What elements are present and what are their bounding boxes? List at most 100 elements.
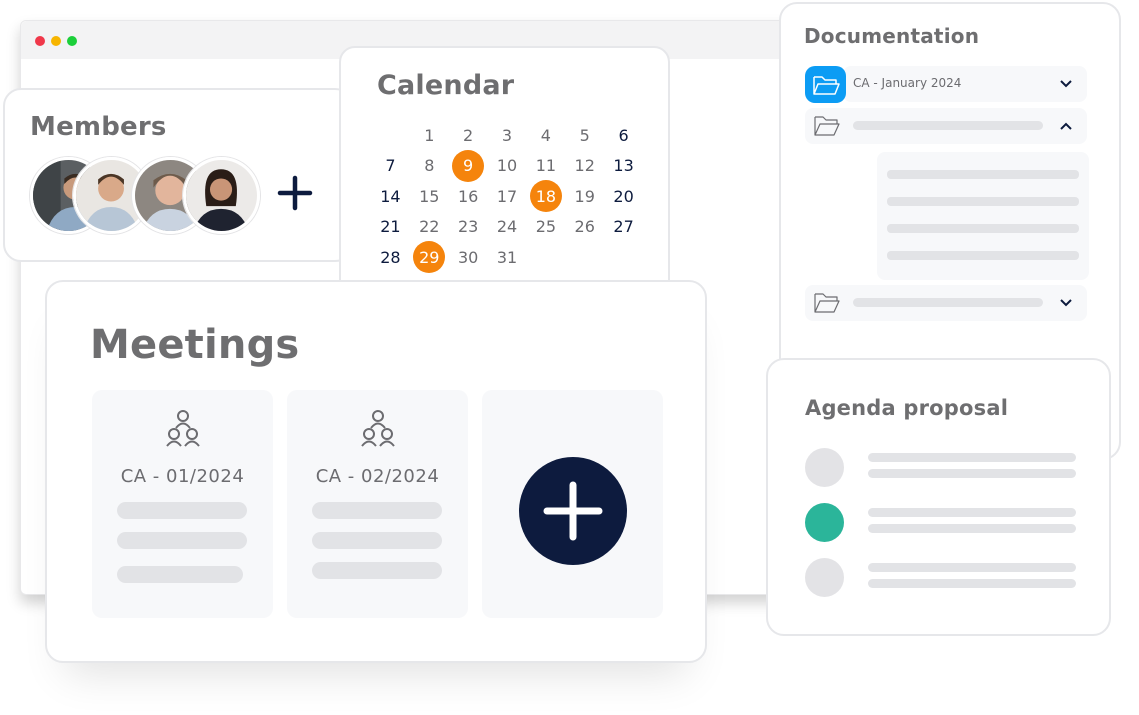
calendar-day[interactable]: 9	[449, 149, 488, 182]
add-member-button[interactable]	[275, 173, 315, 213]
calendar-day[interactable]: 15	[410, 181, 449, 211]
calendar-day[interactable]: 31	[488, 242, 527, 272]
meeting-card[interactable]: CA - 02/2024	[287, 390, 468, 618]
calendar-day[interactable]: 25	[526, 212, 565, 242]
agenda-status-indicator[interactable]	[805, 503, 844, 542]
calendar-day[interactable]: 27	[604, 212, 643, 242]
calendar-title: Calendar	[377, 70, 515, 101]
doc-subitem[interactable]	[887, 197, 1079, 206]
window-close-button[interactable]	[35, 36, 45, 46]
calendar-week: 28 29 30 31	[371, 241, 643, 273]
calendar-day-number: 30	[457, 247, 479, 267]
plus-icon	[543, 481, 603, 541]
calendar-day-number: 9	[463, 156, 474, 175]
add-meeting-button[interactable]	[519, 457, 627, 565]
calendar-day-number: 1	[424, 125, 435, 145]
calendar-day-number: 17	[496, 186, 518, 206]
calendar-day-number: 2	[463, 125, 474, 145]
calendar-day[interactable]: 11	[526, 151, 565, 181]
agenda-status-indicator[interactable]	[805, 558, 844, 597]
calendar-day-number: 27	[613, 217, 634, 236]
calendar-day[interactable]: 16	[449, 181, 488, 211]
window-minimize-button[interactable]	[51, 36, 61, 46]
calendar-day[interactable]: 8	[410, 151, 449, 181]
calendar-day[interactable]: 1	[410, 120, 449, 150]
people-group-icon	[166, 410, 200, 447]
calendar-day[interactable]: 3	[488, 120, 527, 150]
calendar-day[interactable]: 13	[604, 151, 643, 181]
agenda-item-placeholder	[868, 508, 1076, 517]
calendar-day[interactable]: 6	[604, 120, 643, 150]
doc-subitem[interactable]	[887, 251, 1079, 260]
meeting-label: CA - 02/2024	[315, 466, 440, 487]
calendar-day-number: 10	[496, 156, 518, 175]
calendar-day[interactable]: 5	[565, 120, 604, 150]
calendar-day-number: 6	[618, 125, 629, 145]
agenda-item-placeholder	[868, 453, 1076, 462]
calendar-day[interactable]: 28	[371, 242, 410, 272]
doc-folder-item[interactable]	[805, 108, 1087, 144]
calendar-day[interactable]: 4	[526, 120, 565, 150]
calendar-day[interactable]: 18	[526, 180, 565, 212]
calendar-day-number: 20	[613, 186, 634, 206]
calendar-day[interactable]: 7	[371, 151, 410, 181]
calendar-day[interactable]: 10	[488, 151, 527, 181]
folder-icon	[814, 116, 840, 136]
calendar-day-number: 5	[579, 125, 590, 145]
calendar-day-number: 11	[535, 156, 557, 175]
doc-folder-item[interactable]: CA - January 2024	[843, 66, 1087, 102]
calendar-day[interactable]: 17	[488, 181, 527, 211]
doc-subitems	[877, 152, 1089, 280]
members-panel: Members	[3, 88, 353, 262]
calendar-day[interactable]: 2	[449, 120, 488, 150]
chevron-up-icon[interactable]	[1059, 120, 1073, 132]
calendar-day-number: 23	[457, 217, 479, 236]
calendar-day[interactable]: 24	[488, 212, 527, 242]
calendar-day[interactable]: 23	[449, 212, 488, 242]
members-title: Members	[30, 112, 167, 142]
agenda-status-indicator[interactable]	[805, 448, 844, 487]
calendar-day-number: 21	[380, 217, 401, 236]
calendar-day-number: 7	[385, 156, 396, 175]
meetings-panel: Meetings CA - 01/2024 CA - 02/2024	[45, 280, 707, 663]
calendar-empty-cell	[604, 242, 643, 272]
calendar-day-number: 12	[574, 156, 595, 175]
chevron-down-icon[interactable]	[1059, 297, 1073, 309]
calendar-day-number: 22	[419, 217, 440, 236]
calendar-day[interactable]: 22	[410, 212, 449, 242]
avatar[interactable]	[183, 157, 260, 234]
doc-subitem[interactable]	[887, 170, 1079, 179]
meeting-card[interactable]: CA - 01/2024	[92, 390, 273, 618]
meetings-title: Meetings	[90, 322, 300, 368]
agenda-item-placeholder	[868, 524, 1076, 533]
calendar-day[interactable]: 21	[371, 212, 410, 242]
window-maximize-button[interactable]	[67, 36, 77, 46]
doc-folder-item[interactable]	[805, 285, 1087, 321]
calendar-day-number: 4	[540, 125, 551, 145]
calendar-day[interactable]: 26	[565, 212, 604, 242]
meeting-placeholder	[117, 566, 243, 583]
calendar-day[interactable]: 19	[565, 181, 604, 211]
calendar-day[interactable]: 12	[565, 151, 604, 181]
doc-folder-label: CA - January 2024	[853, 76, 962, 90]
doc-folder-placeholder	[853, 298, 1043, 307]
calendar-grid: 1 2 3 4 5 6 7 8 9 10 11 12 13 14 15 16 17 18 19 20 21 22 23 24 2…	[371, 120, 643, 273]
calendar-empty-cell	[371, 120, 410, 150]
calendar-day-number: 15	[419, 186, 440, 206]
documentation-title: Documentation	[804, 24, 980, 48]
calendar-day-number: 28	[380, 247, 401, 267]
agenda-panel: Agenda proposal	[766, 358, 1111, 636]
calendar-day[interactable]: 14	[371, 181, 410, 211]
calendar-day-number: 19	[574, 186, 595, 206]
calendar-day-number: 3	[501, 125, 513, 145]
calendar-day-number: 18	[535, 186, 557, 206]
calendar-day-number: 25	[535, 217, 557, 236]
doc-folder-placeholder	[853, 121, 1043, 130]
meeting-placeholder	[312, 562, 442, 579]
calendar-day[interactable]: 20	[604, 181, 643, 211]
chevron-down-icon[interactable]	[1059, 78, 1073, 90]
calendar-day-number: 13	[613, 156, 634, 175]
doc-subitem[interactable]	[887, 224, 1079, 233]
calendar-day[interactable]: 30	[449, 242, 488, 272]
calendar-day[interactable]: 29	[410, 241, 449, 273]
